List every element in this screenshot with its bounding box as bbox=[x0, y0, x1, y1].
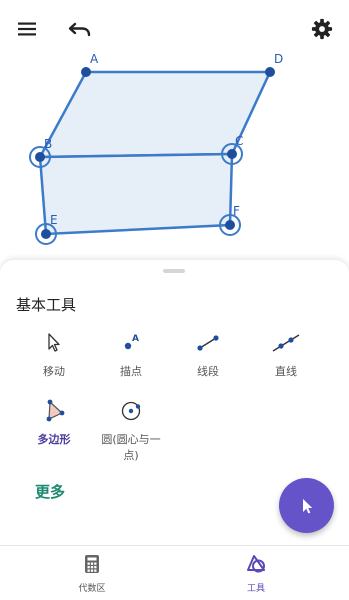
tools-panel-title: 基本工具 bbox=[16, 296, 77, 314]
app-screen: A D B C E F 基本工具 移动 A 描点 线段 直线 多边形 圆(圆心与… bbox=[0, 0, 349, 600]
tool-circle-center-point-label: 圆(圆心与一点) bbox=[101, 433, 161, 462]
floating-action-button[interactable] bbox=[279, 478, 334, 533]
tool-line[interactable]: 直线 bbox=[246, 330, 326, 380]
tool-point[interactable]: A 描点 bbox=[91, 330, 171, 380]
undo-icon bbox=[68, 22, 91, 37]
point-label-b: B bbox=[44, 137, 52, 151]
drag-handle[interactable] bbox=[163, 269, 185, 273]
point-a[interactable] bbox=[81, 67, 91, 77]
tool-point-label: 描点 bbox=[120, 365, 142, 378]
point-e[interactable] bbox=[41, 229, 51, 239]
tool-move[interactable]: 移动 bbox=[14, 330, 94, 380]
nav-algebra-label: 代数区 bbox=[78, 584, 106, 594]
gear-icon bbox=[311, 18, 333, 40]
nav-algebra[interactable]: 代数区 bbox=[52, 554, 132, 594]
tool-polygon-label: 多边形 bbox=[37, 433, 71, 446]
menu-button[interactable] bbox=[14, 16, 40, 42]
top-toolbar bbox=[0, 0, 349, 60]
point-c[interactable] bbox=[227, 149, 237, 159]
polygon-bottom[interactable] bbox=[38, 152, 234, 236]
move-pointer-icon bbox=[48, 333, 60, 352]
point-f[interactable] bbox=[225, 220, 235, 230]
point-icon: A bbox=[124, 334, 139, 350]
hamburger-menu-icon bbox=[18, 22, 36, 36]
line-icon bbox=[272, 334, 300, 352]
tool-polygon[interactable]: 多边形 bbox=[14, 398, 94, 448]
tool-segment[interactable]: 线段 bbox=[168, 330, 248, 380]
circle-center-point-icon bbox=[121, 401, 141, 421]
tool-move-label: 移动 bbox=[43, 365, 65, 378]
polygon-icon bbox=[46, 399, 65, 422]
tool-circle-center-point[interactable]: 圆(圆心与一点) bbox=[91, 398, 171, 464]
undo-button[interactable] bbox=[66, 16, 94, 42]
point-label-e: E bbox=[50, 213, 58, 227]
point-label-f: F bbox=[233, 204, 240, 218]
calculator-icon bbox=[85, 555, 99, 573]
nav-tools-label: 工具 bbox=[246, 584, 265, 594]
point-d[interactable] bbox=[265, 67, 275, 77]
tools-icon bbox=[247, 555, 265, 573]
tool-line-label: 直线 bbox=[275, 365, 297, 378]
cursor-icon bbox=[302, 498, 312, 513]
tool-segment-label: 线段 bbox=[197, 365, 219, 378]
point-b[interactable] bbox=[35, 152, 45, 162]
segment-icon bbox=[197, 335, 219, 351]
nav-tools[interactable]: 工具 bbox=[216, 554, 296, 594]
point-label-c: C bbox=[235, 134, 243, 148]
settings-button[interactable] bbox=[308, 15, 336, 43]
more-tools-button[interactable]: 更多 bbox=[35, 481, 65, 502]
bottom-navigation: 代数区 工具 bbox=[0, 545, 349, 600]
svg-text:A: A bbox=[132, 334, 139, 344]
